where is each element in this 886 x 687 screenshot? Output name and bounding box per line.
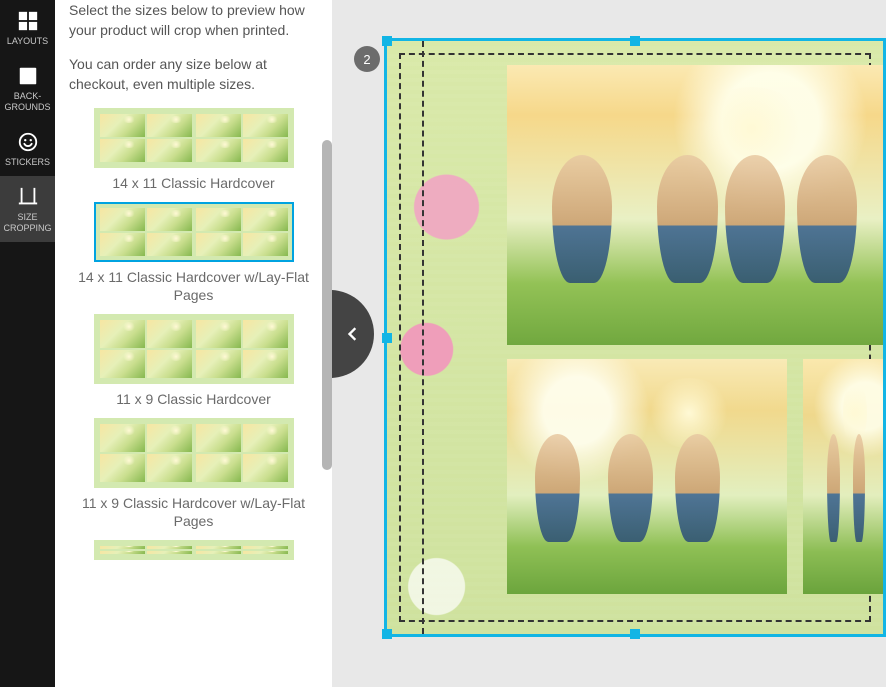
size-option-3[interactable]: 11 x 9 Classic Hardcover w/Lay-Flat Page… — [69, 418, 318, 530]
rail-item-backgrounds[interactable]: BACK- GROUNDS — [0, 55, 55, 121]
selection-handle-bl[interactable] — [382, 629, 392, 639]
page-number-badge: 2 — [354, 46, 380, 72]
tool-rail: LAYOUTS BACK- GROUNDS STICKERS SIZE CROP… — [0, 0, 55, 687]
collapse-panel-button[interactable] — [332, 290, 374, 378]
rail-label: BACK- GROUNDS — [4, 91, 50, 113]
rail-label: LAYOUTS — [7, 36, 48, 47]
side-panel-scroll[interactable]: Select the sizes below to preview how yo… — [55, 0, 332, 687]
selection-handle-ml[interactable] — [382, 333, 392, 343]
size-option-0[interactable]: 14 x 11 Classic Hardcover — [69, 108, 318, 192]
editor-canvas[interactable]: 2 — [332, 0, 886, 687]
spine-guide — [422, 41, 424, 634]
size-option-4[interactable] — [69, 540, 318, 560]
side-panel: Select the sizes below to preview how yo… — [55, 0, 332, 687]
photo-slot-bottom-right[interactable] — [803, 359, 883, 594]
size-label: 11 x 9 Classic Hardcover — [69, 390, 318, 408]
rail-item-stickers[interactable]: STICKERS — [0, 121, 55, 176]
size-option-1[interactable]: 14 x 11 Classic Hardcover w/Lay-Flat Pag… — [69, 202, 318, 304]
intro-line-1: Select the sizes below to preview how yo… — [69, 0, 318, 40]
stickers-icon — [17, 131, 39, 153]
size-label: 14 x 11 Classic Hardcover — [69, 174, 318, 192]
size-option-2[interactable]: 11 x 9 Classic Hardcover — [69, 314, 318, 408]
page-spread[interactable] — [384, 38, 886, 637]
selection-handle-tl[interactable] — [382, 36, 392, 46]
rail-label: STICKERS — [5, 157, 50, 168]
selection-handle-tm[interactable] — [630, 36, 640, 46]
rail-item-layouts[interactable]: LAYOUTS — [0, 0, 55, 55]
size-thumb — [94, 418, 294, 488]
panel-intro: Select the sizes below to preview how yo… — [69, 0, 318, 94]
rail-item-size-cropping[interactable]: SIZE CROPPING — [0, 176, 55, 242]
backgrounds-icon — [17, 65, 39, 87]
panel-scrollbar[interactable] — [322, 140, 332, 470]
photo-slot-main[interactable] — [507, 65, 883, 345]
selection-handle-bm[interactable] — [630, 629, 640, 639]
rail-label: SIZE CROPPING — [3, 212, 51, 234]
size-thumb — [94, 108, 294, 168]
chevron-left-icon — [342, 320, 362, 348]
photo-slot-bottom-left[interactable] — [507, 359, 787, 594]
layouts-icon — [17, 10, 39, 32]
size-label: 11 x 9 Classic Hardcover w/Lay-Flat Page… — [69, 494, 318, 530]
size-label: 14 x 11 Classic Hardcover w/Lay-Flat Pag… — [69, 268, 318, 304]
size-thumb — [94, 540, 294, 560]
size-thumb — [94, 202, 294, 262]
size-thumb — [94, 314, 294, 384]
intro-line-2: You can order any size below at checkout… — [69, 54, 318, 94]
crop-icon — [17, 186, 39, 208]
